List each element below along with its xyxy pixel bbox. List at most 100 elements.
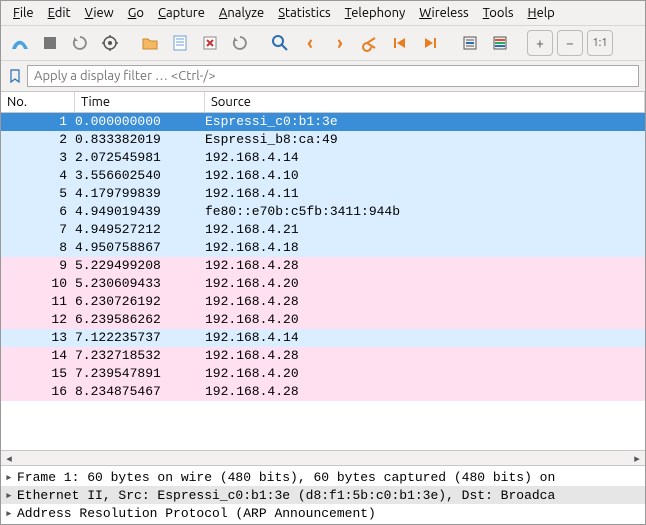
cell-source: 192.168.4.18 bbox=[205, 239, 645, 257]
zoom-reset-button[interactable]: 1:1 bbox=[587, 30, 613, 56]
menu-file[interactable]: File bbox=[7, 4, 40, 22]
menu-wireless[interactable]: Wireless bbox=[413, 4, 474, 22]
packet-row[interactable]: 43.556602540192.168.4.10 bbox=[1, 167, 645, 185]
packet-row[interactable]: 137.122235737192.168.4.14 bbox=[1, 329, 645, 347]
packet-row[interactable]: 10.000000000Espressi_c0:b1:3e bbox=[1, 113, 645, 131]
column-header-time[interactable]: Time bbox=[75, 92, 205, 112]
packet-row[interactable]: 147.232718532192.168.4.28 bbox=[1, 347, 645, 365]
display-filter-input[interactable] bbox=[27, 65, 639, 87]
packet-row[interactable]: 32.072545981192.168.4.14 bbox=[1, 149, 645, 167]
cell-time: 4.949527212 bbox=[75, 221, 205, 239]
detail-text: Address Resolution Protocol (ARP Announc… bbox=[17, 506, 376, 521]
capture-options-button[interactable] bbox=[97, 30, 123, 56]
cell-no: 11 bbox=[1, 293, 75, 311]
menubar: FileEditViewGoCaptureAnalyzeStatisticsTe… bbox=[1, 1, 645, 26]
cell-source: 192.168.4.28 bbox=[205, 383, 645, 401]
packet-list[interactable]: 10.000000000Espressi_c0:b1:3e20.83338201… bbox=[1, 113, 645, 450]
scroll-right-icon[interactable]: ▸ bbox=[629, 450, 645, 466]
horizontal-scrollbar[interactable]: ◂ ▸ bbox=[1, 450, 645, 466]
cell-source: 192.168.4.28 bbox=[205, 293, 645, 311]
menu-capture[interactable]: Capture bbox=[152, 4, 211, 22]
find-button[interactable] bbox=[267, 30, 293, 56]
cell-source: 192.168.4.20 bbox=[205, 365, 645, 383]
packet-row[interactable]: 84.950758867192.168.4.18 bbox=[1, 239, 645, 257]
expand-icon[interactable]: ▸ bbox=[5, 506, 17, 521]
cell-no: 14 bbox=[1, 347, 75, 365]
cell-no: 2 bbox=[1, 131, 75, 149]
packet-details[interactable]: ▸Frame 1: 60 bytes on wire (480 bits), 6… bbox=[1, 466, 645, 524]
bookmark-icon[interactable] bbox=[7, 68, 23, 84]
cell-time: 2.072545981 bbox=[75, 149, 205, 167]
cell-no: 16 bbox=[1, 383, 75, 401]
column-header-no[interactable]: No. bbox=[1, 92, 75, 112]
packet-row[interactable]: 54.179799839192.168.4.11 bbox=[1, 185, 645, 203]
cell-no: 1 bbox=[1, 113, 75, 131]
packet-row[interactable]: 74.949527212192.168.4.21 bbox=[1, 221, 645, 239]
packet-row[interactable]: 20.833382019Espressi_b8:ca:49 bbox=[1, 131, 645, 149]
packet-row[interactable]: 116.230726192192.168.4.28 bbox=[1, 293, 645, 311]
save-file-button[interactable] bbox=[167, 30, 193, 56]
detail-text: Ethernet II, Src: Espressi_c0:b1:3e (d8:… bbox=[17, 488, 555, 503]
auto-scroll-button[interactable] bbox=[457, 30, 483, 56]
cell-source: 192.168.4.20 bbox=[205, 275, 645, 293]
colorize-button[interactable] bbox=[487, 30, 513, 56]
packet-row[interactable]: 168.234875467192.168.4.28 bbox=[1, 383, 645, 401]
packet-row[interactable]: 64.949019439fe80::e70b:c5fb:3411:944b bbox=[1, 203, 645, 221]
cell-source: Espressi_c0:b1:3e bbox=[205, 113, 645, 131]
menu-statistics[interactable]: Statistics bbox=[272, 4, 336, 22]
scroll-left-icon[interactable]: ◂ bbox=[1, 450, 17, 466]
go-forward-button[interactable]: › bbox=[327, 30, 353, 56]
menu-telephony[interactable]: Telephony bbox=[339, 4, 412, 22]
menu-analyze[interactable]: Analyze bbox=[213, 4, 270, 22]
packet-row[interactable]: 126.239586262192.168.4.20 bbox=[1, 311, 645, 329]
zoom-out-button[interactable]: − bbox=[557, 30, 583, 56]
restart-capture-button[interactable] bbox=[67, 30, 93, 56]
cell-no: 12 bbox=[1, 311, 75, 329]
packet-row[interactable]: 95.229499208192.168.4.28 bbox=[1, 257, 645, 275]
cell-no: 15 bbox=[1, 365, 75, 383]
menu-help[interactable]: Help bbox=[522, 4, 561, 22]
menu-tools[interactable]: Tools bbox=[477, 4, 520, 22]
cell-no: 13 bbox=[1, 329, 75, 347]
cell-time: 8.234875467 bbox=[75, 383, 205, 401]
jump-to-button[interactable] bbox=[357, 30, 383, 56]
detail-row[interactable]: ▸Ethernet II, Src: Espressi_c0:b1:3e (d8… bbox=[1, 486, 645, 504]
menu-edit[interactable]: Edit bbox=[42, 4, 77, 22]
cell-source: fe80::e70b:c5fb:3411:944b bbox=[205, 203, 645, 221]
menu-view[interactable]: View bbox=[79, 4, 120, 22]
cell-source: 192.168.4.28 bbox=[205, 347, 645, 365]
close-file-button[interactable] bbox=[197, 30, 223, 56]
packet-list-header: No. Time Source bbox=[1, 92, 645, 113]
detail-row[interactable]: ▸Address Resolution Protocol (ARP Announ… bbox=[1, 504, 645, 522]
go-first-button[interactable] bbox=[387, 30, 413, 56]
detail-row[interactable]: ▸Frame 1: 60 bytes on wire (480 bits), 6… bbox=[1, 468, 645, 486]
cell-no: 3 bbox=[1, 149, 75, 167]
cell-no: 4 bbox=[1, 167, 75, 185]
cell-source: 192.168.4.21 bbox=[205, 221, 645, 239]
menu-go[interactable]: Go bbox=[122, 4, 150, 22]
cell-time: 5.229499208 bbox=[75, 257, 205, 275]
cell-source: 192.168.4.28 bbox=[205, 257, 645, 275]
go-last-button[interactable] bbox=[417, 30, 443, 56]
cell-time: 0.833382019 bbox=[75, 131, 205, 149]
column-header-source[interactable]: Source bbox=[205, 92, 645, 112]
packet-row[interactable]: 157.239547891192.168.4.20 bbox=[1, 365, 645, 383]
cell-source: 192.168.4.14 bbox=[205, 329, 645, 347]
filter-bar bbox=[1, 61, 645, 92]
go-back-button[interactable]: ‹ bbox=[297, 30, 323, 56]
zoom-in-button[interactable]: + bbox=[527, 30, 553, 56]
cell-source: 192.168.4.20 bbox=[205, 311, 645, 329]
shark-fin-icon[interactable] bbox=[7, 30, 33, 56]
open-file-button[interactable] bbox=[137, 30, 163, 56]
cell-time: 7.232718532 bbox=[75, 347, 205, 365]
cell-source: 192.168.4.10 bbox=[205, 167, 645, 185]
cell-source: Espressi_b8:ca:49 bbox=[205, 131, 645, 149]
expand-icon[interactable]: ▸ bbox=[5, 488, 17, 503]
packet-row[interactable]: 105.230609433192.168.4.20 bbox=[1, 275, 645, 293]
cell-time: 6.239586262 bbox=[75, 311, 205, 329]
reload-button[interactable] bbox=[227, 30, 253, 56]
cell-no: 5 bbox=[1, 185, 75, 203]
stop-capture-button[interactable] bbox=[37, 30, 63, 56]
expand-icon[interactable]: ▸ bbox=[5, 470, 17, 485]
main-toolbar: ‹ › + − 1:1 bbox=[1, 26, 645, 61]
